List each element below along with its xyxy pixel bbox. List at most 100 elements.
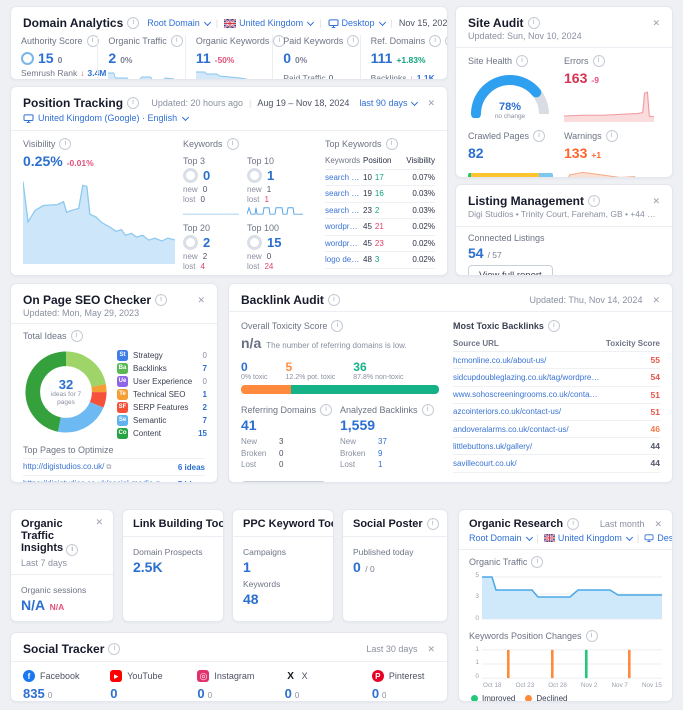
network-icon[interactable]	[445, 35, 447, 47]
keyword-link[interactable]: search engine consu...	[325, 206, 361, 215]
x-value[interactable]: 0	[285, 686, 292, 701]
info-icon[interactable]	[59, 138, 72, 150]
published-today-value[interactable]: 0	[353, 559, 361, 575]
source-url-link[interactable]: savillecourt.co.uk/	[453, 459, 600, 468]
source-url-link[interactable]: littlebuttons.uk/gallery/	[453, 442, 600, 451]
instagram-value[interactable]: 0	[197, 686, 204, 701]
referring-domains-value[interactable]: 41	[241, 417, 340, 433]
info-icon[interactable]	[66, 544, 79, 556]
keyword-link[interactable]: search engine optimi...	[325, 189, 361, 198]
bucket-value[interactable]: 15	[267, 235, 281, 250]
bucket-value[interactable]: 0	[203, 168, 210, 183]
domain-prospects-value[interactable]: 2.5K	[133, 559, 163, 575]
info-icon[interactable]	[127, 97, 140, 109]
source-url-link[interactable]: sidcupdoubleglazing.co.uk/tag/wordpress/	[453, 373, 600, 382]
source-url-link[interactable]: andoveralarms.co.uk/contact-us/	[453, 425, 600, 434]
total-ideas-value[interactable]: 32	[59, 378, 73, 391]
info-icon[interactable]	[155, 294, 168, 306]
country-dropdown[interactable]: United Kingdom	[543, 533, 633, 543]
table-row: search engine optimi...10170.07%	[325, 170, 435, 186]
info-icon[interactable]	[605, 130, 618, 142]
bucket-value[interactable]: 1	[267, 168, 274, 183]
top-keywords-section: Top Keywords Keywords Position Visibilit…	[311, 138, 435, 275]
info-icon[interactable]	[226, 138, 239, 150]
page-row: https://digistudios.co.uk/social-media-p…	[23, 475, 205, 483]
info-icon[interactable]	[347, 35, 360, 47]
page-url-link[interactable]: http://digistudios.co.uk/	[23, 462, 172, 472]
errors-change: -9	[591, 75, 599, 85]
close-icon[interactable]	[427, 99, 435, 108]
info-icon[interactable]	[531, 556, 544, 568]
close-icon[interactable]	[197, 296, 205, 305]
info-icon[interactable]	[588, 195, 601, 207]
info-icon[interactable]	[592, 55, 605, 67]
warnings-stat: Warnings 133 +1	[564, 130, 660, 177]
device-dropdown[interactable]: Desktop	[644, 533, 672, 543]
keywords-value[interactable]: 48	[243, 591, 323, 607]
info-icon[interactable]	[327, 294, 340, 306]
locale-dropdown[interactable]: United Kingdom (Google) · English	[11, 113, 447, 130]
close-icon[interactable]	[654, 520, 662, 529]
chevron-down-icon	[203, 18, 211, 26]
page-ideas-link[interactable]: 5 ideas	[178, 480, 205, 483]
errors-value[interactable]: 163	[564, 70, 587, 86]
device-dropdown[interactable]: Desktop	[328, 18, 386, 28]
keyword-link[interactable]: wordpress web desi...	[325, 222, 361, 231]
stat-label: Site Health	[468, 56, 513, 66]
close-icon[interactable]	[95, 518, 103, 527]
youtube-value[interactable]: 0	[110, 686, 117, 701]
bucket-value[interactable]: 2	[203, 235, 210, 250]
analyzed-backlinks-value[interactable]: 1,559	[340, 417, 439, 433]
period-dropdown[interactable]: last 90 days	[359, 98, 419, 108]
warnings-value[interactable]: 133	[564, 145, 587, 161]
close-icon[interactable]	[652, 19, 660, 28]
info-icon[interactable]	[533, 130, 546, 142]
onpage-seo-checker-card: On Page SEO Checker Updated: Mon, May 29…	[10, 283, 218, 483]
chevron-down-icon	[411, 98, 419, 106]
connected-listings-value[interactable]: 54	[468, 245, 484, 261]
keyword-link[interactable]: search engine optimi...	[325, 173, 361, 182]
crawled-pages-value[interactable]: 82	[468, 145, 484, 161]
info-icon[interactable]	[108, 643, 121, 655]
info-icon[interactable]	[170, 35, 183, 47]
facebook-icon	[23, 670, 35, 682]
source-url-link[interactable]: www.sohoscreeningrooms.co.uk/contact-us/	[453, 390, 600, 399]
page-ideas-link[interactable]: 6 ideas	[178, 463, 205, 472]
scope-dropdown[interactable]: Root Domain	[469, 533, 533, 543]
info-icon[interactable]	[547, 320, 560, 332]
close-icon[interactable]	[427, 645, 435, 654]
info-icon[interactable]	[421, 404, 434, 416]
info-icon[interactable]	[567, 518, 580, 530]
source-url-link[interactable]: azcointeriors.co.uk/contact-us/	[453, 407, 600, 416]
info-icon[interactable]	[429, 35, 442, 47]
info-icon[interactable]	[527, 17, 540, 29]
close-icon[interactable]	[652, 296, 660, 305]
country-dropdown[interactable]: United Kingdom	[224, 18, 315, 28]
info-icon[interactable]	[385, 138, 398, 150]
position-tracking-card: Position Tracking Updated: 20 hours ago …	[10, 86, 448, 276]
scope-dropdown[interactable]: Root Domain	[147, 18, 211, 28]
keyword-link[interactable]: logo design hampshire	[325, 255, 361, 264]
info-icon[interactable]	[426, 518, 439, 530]
backlinks-value[interactable]: 1.1K	[417, 73, 435, 79]
page-url-link[interactable]: https://digistudios.co.uk/social-media-p…	[23, 479, 172, 482]
user-experience-icon: Ue	[117, 375, 128, 387]
campaigns-value[interactable]: 1	[243, 559, 323, 575]
info-icon[interactable]	[585, 630, 598, 642]
facebook-value[interactable]: 835	[23, 686, 45, 701]
source-url-link[interactable]: hcmonline.co.uk/about-us/	[453, 356, 600, 365]
view-full-report-button[interactable]: View full report	[468, 265, 553, 275]
info-icon[interactable]	[320, 404, 333, 416]
stat-label: Organic Keywords	[195, 36, 270, 46]
keyword-link[interactable]: wordpress website d...	[325, 239, 361, 248]
pinterest-value[interactable]: 0	[372, 686, 379, 701]
info-icon[interactable]	[127, 17, 140, 29]
info-icon[interactable]	[70, 330, 83, 342]
info-icon[interactable]	[516, 55, 529, 67]
visibility-change: -0.01%	[66, 158, 94, 168]
close-icon[interactable]	[652, 197, 660, 206]
legend-item: Co Content 15	[117, 427, 207, 439]
analyzed-backlinks-stat: Analyzed Backlinks 1,559 New37 Broken9 L…	[340, 404, 439, 471]
info-icon[interactable]	[331, 320, 344, 332]
view-full-report-button[interactable]: View full report	[241, 480, 326, 482]
